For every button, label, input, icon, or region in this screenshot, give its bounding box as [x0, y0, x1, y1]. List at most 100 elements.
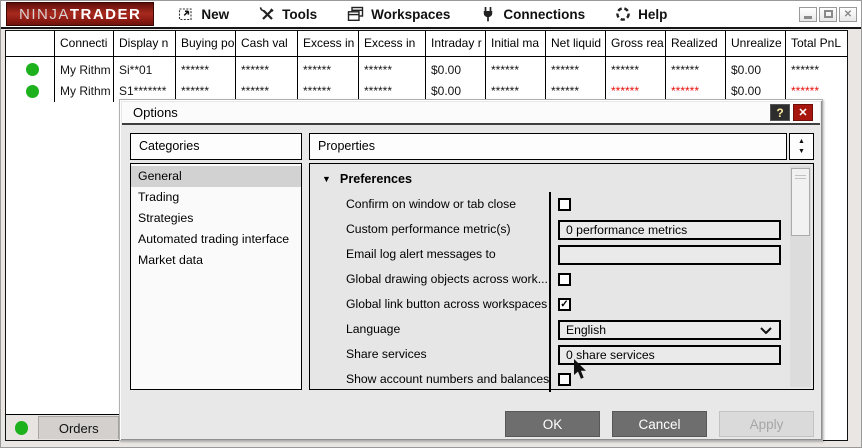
share-services-field[interactable]: 0 share services [558, 344, 781, 365]
col-gross-realized[interactable]: Gross rea [606, 31, 666, 57]
menu-bar: NINJA TRADER New Tools Workspaces Connect… [1, 1, 861, 29]
help-circle-icon [615, 6, 631, 22]
connection-status-cell [6, 57, 55, 81]
chevron-down-icon [760, 323, 772, 337]
minimize-icon [804, 16, 812, 19]
category-automated-trading-interface[interactable]: Automated trading interface [131, 229, 301, 250]
col-cash-value[interactable]: Cash val [236, 31, 298, 57]
col-total-pnl[interactable]: Total PnL [786, 31, 847, 57]
maximize-icon [823, 10, 833, 18]
menu-workspaces-label: Workspaces [371, 6, 451, 22]
confirm-close-checkbox[interactable] [558, 198, 571, 211]
preferences-group-header[interactable]: ▼ Preferences [310, 164, 813, 192]
window-controls: ✕ [799, 6, 857, 22]
connected-status-dot [26, 62, 39, 76]
scroll-up-icon[interactable]: ▲ [798, 137, 805, 147]
properties-scrollbar[interactable] [790, 166, 811, 387]
tab-orders[interactable]: Orders [38, 416, 119, 439]
cell-buying-power: ****** [176, 57, 236, 81]
cell-intraday: $0.00 [426, 57, 486, 81]
global-link-checkbox[interactable]: ✓ [558, 298, 571, 311]
dialog-controls: ? ✕ [770, 104, 813, 121]
menu-workspaces[interactable]: Workspaces [347, 6, 450, 22]
properties-body: ▼ Preferences Confirm on window or tab c… [309, 163, 814, 392]
col-initial-margin[interactable]: Initial ma [486, 31, 546, 57]
cell-excess-2: ****** [359, 57, 426, 81]
col-status[interactable] [6, 31, 55, 57]
accounts-table-header: Connecti Display n Buying po Cash val Ex… [6, 31, 847, 57]
property-row-custom-performance: Custom performance metric(s) 0 performan… [310, 217, 785, 242]
col-realized[interactable]: Realized [666, 31, 726, 57]
tools-icon [259, 6, 275, 22]
property-row-language: Language English [310, 317, 785, 342]
property-label: Email log alert messages to [346, 247, 496, 261]
cell-display-name: Si**01 [114, 57, 176, 81]
cell-initial-margin: ****** [486, 57, 546, 81]
custom-performance-field[interactable]: 0 performance metrics [558, 219, 781, 240]
ninjatrader-logo: NINJA TRADER [6, 2, 155, 26]
property-row-email-log: Email log alert messages to [310, 242, 785, 267]
col-excess-2[interactable]: Excess in [359, 31, 426, 57]
property-row-global-link: Global link button across workspaces ✓ [310, 292, 785, 317]
cell-connection: My Rithm [55, 57, 114, 81]
connection-status-cell [6, 81, 55, 102]
col-connection[interactable]: Connecti [55, 31, 114, 57]
dialog-title-bar[interactable]: Options ? ✕ [122, 102, 820, 125]
global-drawing-checkbox[interactable] [558, 273, 571, 286]
category-market-data[interactable]: Market data [131, 250, 301, 271]
col-unrealized[interactable]: Unrealize [726, 31, 786, 57]
email-log-field[interactable] [558, 244, 781, 265]
ok-button[interactable]: OK [505, 411, 600, 437]
properties-panel: Properties ▲ ▼ ▼ Preferences Confirm on … [309, 133, 814, 392]
properties-header: Properties [309, 133, 787, 160]
preferences-group-label: Preferences [339, 172, 413, 186]
dialog-help-button[interactable]: ? [770, 104, 790, 121]
col-display-name[interactable]: Display n [114, 31, 176, 57]
col-buying-power[interactable]: Buying po [176, 31, 236, 57]
property-label: Global drawing objects across work... [346, 272, 548, 286]
scrollbar-grip [795, 175, 806, 179]
property-row-show-accounts: Show account numbers and balances [310, 367, 785, 392]
menu-help[interactable]: Help [615, 6, 667, 22]
cancel-button[interactable]: Cancel [612, 411, 707, 437]
cell-gross-realized: ****** [606, 57, 666, 81]
mouse-cursor [574, 359, 589, 385]
cell-realized: ****** [666, 57, 726, 81]
minimize-button[interactable] [799, 6, 817, 22]
scroll-down-icon[interactable]: ▼ [798, 147, 805, 157]
checkmark-icon: ✓ [560, 298, 569, 310]
menu-new-label: New [201, 6, 230, 22]
menu-tools[interactable]: Tools [259, 6, 317, 22]
language-dropdown[interactable]: English [558, 319, 781, 340]
property-label: Confirm on window or tab close [346, 197, 517, 211]
col-excess-1[interactable]: Excess in [298, 31, 359, 57]
menu-new[interactable]: New [178, 6, 229, 22]
property-label: Language [346, 322, 401, 336]
collapse-triangle-icon: ▼ [322, 174, 331, 184]
category-general[interactable]: General [131, 166, 301, 187]
maximize-button[interactable] [819, 6, 837, 22]
property-row-global-drawing: Global drawing objects across work... [310, 267, 785, 292]
cell-unrealized: $0.00 [726, 57, 786, 81]
properties-header-row: Properties ▲ ▼ [309, 133, 814, 160]
col-intraday[interactable]: Intraday r [426, 31, 486, 57]
close-button[interactable]: ✕ [839, 6, 857, 22]
dialog-close-button[interactable]: ✕ [793, 104, 813, 121]
scrollbar-thumb[interactable] [791, 168, 810, 236]
apply-button[interactable]: Apply [719, 411, 814, 437]
account-row-1[interactable]: My Rithm Si**01 ****** ****** ****** ***… [6, 57, 847, 81]
close-icon: ✕ [798, 107, 808, 119]
category-trading[interactable]: Trading [131, 187, 301, 208]
menu-connections[interactable]: Connections [480, 6, 585, 22]
dialog-title: Options [133, 105, 178, 120]
menu-tools-label: Tools [282, 6, 318, 22]
logo-text-ninja: NINJA [19, 5, 70, 23]
menu-help-label: Help [638, 6, 668, 22]
new-window-icon [178, 6, 194, 22]
category-strategies[interactable]: Strategies [131, 208, 301, 229]
properties-scroll-buttons: ▲ ▼ [789, 133, 814, 160]
col-net-liquidation[interactable]: Net liquid [546, 31, 606, 57]
show-accounts-checkbox[interactable] [558, 373, 571, 386]
cell-total-pnl: ****** [791, 63, 820, 77]
close-icon: ✕ [843, 8, 853, 20]
